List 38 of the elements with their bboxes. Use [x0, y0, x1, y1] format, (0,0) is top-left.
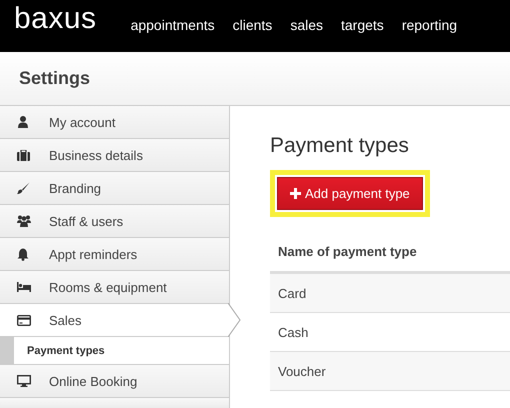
person-icon [17, 116, 29, 128]
sidebar-item[interactable]: Appt reminders [0, 238, 229, 271]
sidebar-item[interactable]: Staff & users [0, 205, 229, 238]
nav-link[interactable]: appointments [130, 16, 215, 32]
sidebar-label: Rooms & equipment [49, 280, 167, 294]
sidebar-label: Business details [49, 148, 143, 162]
logo[interactable]: baxus [14, 2, 97, 36]
sidebar-item[interactable]: Business details [0, 139, 229, 172]
sidebar-item[interactable]: Branding [0, 172, 229, 205]
sidebar-item[interactable]: Rooms & equipment [0, 271, 229, 304]
plus-icon [290, 188, 301, 199]
sidebar-subitem[interactable]: Payment types [0, 337, 229, 365]
brush-icon [17, 182, 30, 194]
sidebar-label: Appt reminders [49, 246, 138, 262]
sidebar-item[interactable] [0, 398, 229, 408]
sidebar-label: Sales [49, 312, 82, 328]
sidebar-label: My account [49, 114, 116, 130]
nav-link[interactable]: clients [232, 16, 272, 32]
pointer-icon [228, 303, 242, 337]
table-cell: Card [270, 272, 510, 312]
sidebar-item[interactable]: Online Booking [0, 365, 229, 398]
section-title: Payment types [270, 134, 410, 158]
briefcase-icon [17, 150, 30, 160]
sidebar-label: Online Booking [49, 374, 138, 388]
nav-link[interactable]: targets [341, 16, 384, 32]
nav-link[interactable]: sales [290, 16, 323, 32]
sidebar-item[interactable]: My account [0, 106, 229, 139]
credit-card-icon [17, 314, 31, 326]
sidebar-label: Staff & users [49, 214, 124, 228]
monitor-icon [17, 375, 31, 387]
bell-icon [17, 248, 29, 260]
nav-link[interactable]: reporting [402, 16, 458, 32]
table-cell: Voucher [270, 352, 510, 390]
page-title: Settings [19, 68, 90, 89]
group-icon [17, 215, 31, 227]
add-payment-type-button[interactable]: Add payment type [277, 177, 423, 210]
bed-icon [17, 282, 31, 292]
sidebar-label: Branding [49, 180, 102, 196]
